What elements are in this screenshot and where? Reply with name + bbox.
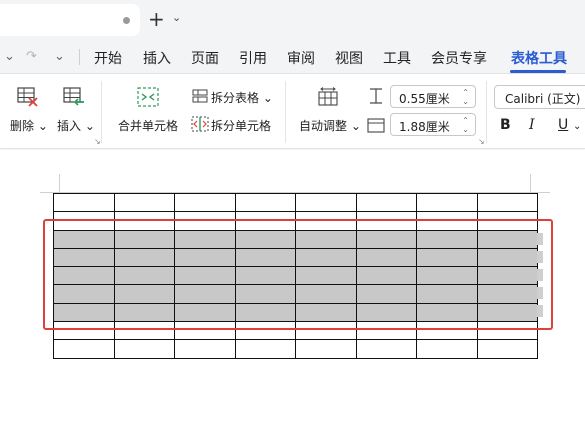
table-cell[interactable] xyxy=(295,192,357,213)
menu-page[interactable]: 页面 xyxy=(191,48,219,68)
table-row[interactable] xyxy=(53,192,538,213)
table-cell[interactable] xyxy=(113,339,175,359)
font-name-select[interactable]: Calibri (正文) xyxy=(494,85,585,109)
split-table-button[interactable]: 拆分表格 ⌄ xyxy=(211,89,273,106)
table-cell[interactable] xyxy=(476,192,538,213)
table-cell[interactable] xyxy=(234,192,296,213)
chevron-down-icon[interactable]: ⌄ xyxy=(172,11,181,24)
page-margin-guide xyxy=(530,174,531,192)
quick-access-chevron-icon[interactable]: ⌄ xyxy=(54,49,65,64)
menu-tools[interactable]: 工具 xyxy=(383,48,411,68)
menu-table-tools[interactable]: 表格工具 xyxy=(511,48,567,68)
menu-review[interactable]: 审阅 xyxy=(287,48,315,68)
chevron-up-icon[interactable]: ⌃ xyxy=(462,88,469,97)
menu-references[interactable]: 引用 xyxy=(239,48,267,68)
menu-insert[interactable]: 插入 xyxy=(143,48,171,68)
insert-table-icon[interactable] xyxy=(62,85,86,109)
underline-chevron-icon[interactable]: ⌄ xyxy=(573,121,581,132)
split-cells-icon[interactable] xyxy=(191,116,209,132)
split-cells-button[interactable]: 拆分单元格 xyxy=(211,117,271,134)
table-cell[interactable] xyxy=(174,192,236,213)
merge-cells-icon[interactable] xyxy=(137,87,159,107)
insert-button[interactable]: 插入 ⌄ xyxy=(57,117,95,134)
bold-button[interactable]: B xyxy=(500,117,511,133)
row-height-stepper[interactable]: 0.55厘米 ⌃ ⌄ xyxy=(390,85,476,108)
delete-button[interactable]: 删除 ⌄ xyxy=(10,117,48,134)
auto-fit-button[interactable]: 自动调整 ⌄ xyxy=(299,117,361,134)
menu-view[interactable]: 视图 xyxy=(335,48,363,68)
chevron-down-icon[interactable]: ⌄ xyxy=(462,97,469,106)
delete-table-icon[interactable] xyxy=(16,85,40,109)
menu-bar: ⌄ ↷ ⌄ 开始 插入 页面 引用 审阅 视图 工具 会员专享 表格工具 xyxy=(0,40,585,74)
page-margin-guide xyxy=(59,174,60,192)
table-cell[interactable] xyxy=(295,339,357,359)
table-cell[interactable] xyxy=(53,339,115,359)
chevron-up-icon[interactable]: ⌃ xyxy=(462,116,469,125)
column-width-icon xyxy=(367,118,385,133)
table-cell[interactable] xyxy=(355,339,417,359)
ribbon: 删除 ⌄ 插入 ⌄ 合并单元格 拆分表格 ⌄ 拆分单元格 ↘ 自动调整 ⌄ 0.… xyxy=(0,75,585,149)
table-cell[interactable] xyxy=(355,192,417,213)
chevron-down-icon[interactable]: ⌄ xyxy=(462,125,469,134)
table-cell[interactable] xyxy=(234,339,296,359)
table-cell[interactable] xyxy=(416,192,478,213)
group-launcher-icon[interactable]: ↘ xyxy=(94,137,101,146)
document-tab[interactable] xyxy=(0,4,140,36)
new-tab-plus-icon[interactable]: + xyxy=(148,8,165,30)
selection-highlight-box xyxy=(43,219,553,330)
split-table-icon[interactable] xyxy=(192,89,208,103)
ribbon-separator xyxy=(101,81,102,143)
menu-separator xyxy=(79,49,80,65)
table-cell[interactable] xyxy=(113,192,175,213)
table-row[interactable] xyxy=(53,339,538,359)
tab-strip: + ⌄ xyxy=(0,0,585,40)
menu-member[interactable]: 会员专享 xyxy=(431,48,487,68)
table-cell[interactable] xyxy=(476,339,538,359)
chevron-down-icon[interactable]: ⌄ xyxy=(4,49,15,64)
active-tab-indicator xyxy=(510,70,566,73)
table-cell[interactable] xyxy=(416,339,478,359)
italic-button[interactable]: I xyxy=(529,117,535,133)
unsaved-dot-icon xyxy=(123,17,130,24)
auto-fit-icon[interactable] xyxy=(317,87,339,107)
table-cell[interactable] xyxy=(53,192,115,213)
ribbon-separator xyxy=(486,81,487,143)
menu-home[interactable]: 开始 xyxy=(94,48,122,68)
ribbon-separator xyxy=(285,81,286,143)
column-width-stepper[interactable]: 1.88厘米 ⌃ ⌄ xyxy=(390,113,476,136)
group-launcher-icon[interactable]: ↘ xyxy=(478,137,485,146)
underline-button[interactable]: U xyxy=(558,117,568,133)
redo-icon[interactable]: ↷ xyxy=(26,49,37,64)
table-cell[interactable] xyxy=(174,339,236,359)
row-height-icon xyxy=(370,88,382,104)
merge-cells-button[interactable]: 合并单元格 xyxy=(118,117,178,134)
